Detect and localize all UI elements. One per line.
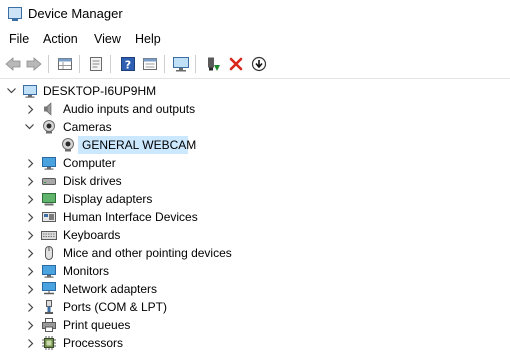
computer-icon [41,155,57,171]
display-adapter-icon [41,191,57,207]
tree-node-hid[interactable]: Human Interface Devices [0,208,510,226]
keyboard-icon [41,227,57,243]
tree-node-keyboards[interactable]: Keyboards [0,226,510,244]
tree-node-monitors[interactable]: Monitors [0,262,510,280]
toolbar-separator [195,55,196,73]
toolbar-separator [164,55,165,73]
toolbar-separator [110,55,111,73]
chevron-right-icon[interactable] [26,283,36,295]
port-icon [41,299,57,315]
tree-node-ports[interactable]: Ports (COM & LPT) [0,298,510,316]
disk-icon [41,173,57,189]
tree-node-label: Display adapters [63,192,153,206]
tree-node-label: Monitors [63,264,110,278]
tree-node-label: Human Interface Devices [63,210,198,224]
tree-node-audio[interactable]: Audio inputs and outputs [0,100,510,118]
enable-device-icon[interactable] [203,54,223,74]
show-hidden-icon[interactable] [86,54,106,74]
tree-root-label: DESKTOP-I6UP9HM [43,84,157,98]
chevron-right-icon[interactable] [26,175,36,187]
menu-view[interactable]: View [94,32,121,46]
tree-node-label: Audio inputs and outputs [63,102,196,116]
menu-file[interactable]: File [9,32,29,46]
tree-node-label: Keyboards [63,228,121,242]
device-manager-icon [8,7,22,21]
tree-node-general-webcam[interactable]: GENERAL WEBCAM [0,136,510,154]
uninstall-icon[interactable] [226,54,246,74]
menu-help[interactable]: Help [135,32,161,46]
tree-node-processors[interactable]: Processors [0,334,510,352]
hid-icon [41,209,57,225]
webcam-icon [60,137,76,153]
help-icon[interactable]: ? [118,54,138,74]
tree-node-label: Disk drives [63,174,122,188]
chevron-right-icon[interactable] [26,211,36,223]
back-icon[interactable] [3,54,23,74]
tree-node-computer[interactable]: Computer [0,154,510,172]
tree-node-print-queues[interactable]: Print queues [0,316,510,334]
toolbar-divider [0,78,510,79]
chevron-right-icon[interactable] [26,229,36,241]
properties-grid-icon[interactable] [55,54,75,74]
tree-node-label: Computer [63,156,116,170]
title-bar: Device Manager [0,0,510,28]
mouse-icon [41,245,57,261]
forward-icon[interactable] [24,54,44,74]
processor-icon [41,335,57,351]
printer-icon [41,317,57,333]
chevron-right-icon[interactable] [26,247,36,259]
view-resources-icon[interactable] [140,54,160,74]
toolbar: ? [0,52,510,76]
toolbar-separator [79,55,80,73]
menu-action[interactable]: Action [43,32,78,46]
tree-node-display-adapters[interactable]: Display adapters [0,190,510,208]
tree-node-label: Print queues [63,318,131,332]
speaker-icon [41,101,57,117]
tree-root[interactable]: DESKTOP-I6UP9HM [0,82,510,100]
toolbar-separator [48,55,49,73]
chevron-right-icon[interactable] [26,337,36,349]
tree-node-network-adapters[interactable]: Network adapters [0,280,510,298]
tree-node-label: Ports (COM & LPT) [63,300,168,314]
chevron-right-icon[interactable] [26,103,36,115]
tree-node-label: Network adapters [63,282,158,296]
chevron-down-icon[interactable] [24,121,34,133]
device-tree: DESKTOP-I6UP9HM Audio inputs and outputs… [0,82,510,353]
tree-node-disk-drives[interactable]: Disk drives [0,172,510,190]
chevron-right-icon[interactable] [26,193,36,205]
tree-node-label: GENERAL WEBCAM [82,138,197,152]
update-driver-icon[interactable] [249,54,269,74]
camera-icon [41,119,57,135]
monitor-icon [41,263,57,279]
network-icon [41,281,57,297]
tree-node-label: Processors [63,336,124,350]
tree-node-cameras[interactable]: Cameras [0,118,510,136]
chevron-down-icon[interactable] [6,85,16,97]
chevron-right-icon[interactable] [26,157,36,169]
computer-root-icon [22,83,38,99]
monitor-scan-icon[interactable] [171,54,191,74]
chevron-right-icon[interactable] [26,301,36,313]
chevron-right-icon[interactable] [26,319,36,331]
svg-text:?: ? [125,59,131,72]
tree-node-label: Mice and other pointing devices [63,246,232,260]
window-title: Device Manager [28,6,123,21]
chevron-right-icon[interactable] [26,265,36,277]
tree-node-mice[interactable]: Mice and other pointing devices [0,244,510,262]
menu-bar: File Action View Help [0,30,510,50]
tree-node-label: Cameras [63,120,112,134]
